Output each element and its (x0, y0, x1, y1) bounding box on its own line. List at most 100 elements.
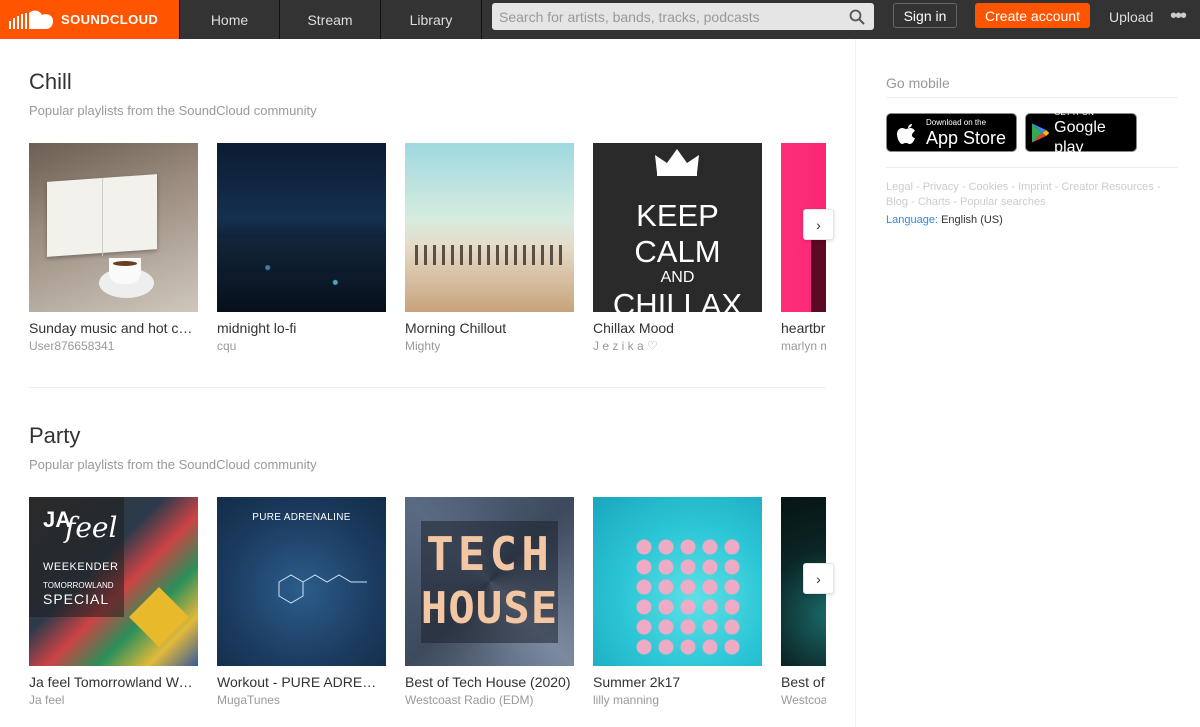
nav-stream[interactable]: Stream (280, 0, 381, 39)
footer-link-popular-searches[interactable]: Popular searches (960, 196, 1046, 208)
playlist-user[interactable]: lilly manning (593, 693, 762, 707)
art-text: CHILLAX (612, 287, 743, 313)
playlist-artwork[interactable] (405, 143, 574, 312)
playlist-card[interactable]: KEEP CALM AND CHILLAX Chillax Mood J e z… (593, 143, 762, 353)
section-subtitle: Popular playlists from the SoundCloud co… (29, 457, 317, 472)
playlist-card[interactable]: TECH HOUSE Best of Tech House (2020) Wes… (405, 497, 574, 707)
language-value: English (US) (941, 214, 1003, 226)
playlist-title[interactable]: Sunday music and hot coffee (29, 320, 198, 336)
playlist-card[interactable]: Best of Westcoast (781, 497, 826, 707)
playlist-title[interactable]: Best of Tech House (2020) (405, 674, 574, 690)
playlist-title[interactable]: Ja feel Tomorrowland Weekender (29, 674, 198, 690)
go-mobile-heading: Go mobile (886, 75, 950, 91)
playlist-title[interactable]: Morning Chillout (405, 320, 574, 336)
footer-link-imprint[interactable]: Imprint (1018, 181, 1052, 193)
app-store-big-text: App Store (926, 127, 1007, 148)
playlist-card[interactable]: Sunday music and hot coffee User87665834… (29, 143, 198, 353)
carousel-next-button[interactable]: › (803, 563, 834, 594)
search-box (492, 3, 874, 30)
playlist-artwork[interactable]: KEEP CALM AND CHILLAX (593, 143, 762, 312)
playlist-user[interactable]: User876658341 (29, 339, 198, 353)
section-chill: Chill Popular playlists from the SoundCl… (29, 69, 826, 118)
art-text: TECH (426, 527, 553, 581)
playlist-card[interactable]: midnight lo-fi cqu (217, 143, 386, 353)
nav-library[interactable]: Library (381, 0, 482, 39)
art-text: PURE ADRENALINE (252, 512, 351, 523)
art-text: AND (660, 269, 695, 286)
carousel-next-button[interactable]: › (803, 209, 834, 240)
language-selector[interactable]: Language: English (US) (886, 214, 1003, 226)
playlist-title[interactable]: Workout - PURE ADRENALINE (217, 674, 386, 690)
brand-name: SOUNDCLOUD (61, 12, 159, 27)
footer-link-blog[interactable]: Blog (886, 196, 908, 208)
google-play-badge[interactable]: GET IT ON Google play (1025, 108, 1137, 156)
google-play-icon (1031, 122, 1050, 143)
search-input[interactable] (492, 3, 874, 30)
main-content: Chill Popular playlists from the SoundCl… (0, 39, 855, 727)
playlist-user[interactable]: Westcoast (781, 693, 826, 707)
main-nav: Home Stream Library (179, 0, 482, 39)
art-text: HOUSE (420, 583, 559, 634)
cloud-icon (9, 10, 53, 29)
playlist-card[interactable]: PURE ADRENALINE Workout - PURE ADRENALIN… (217, 497, 386, 707)
section-party: Party Popular playlists from the SoundCl… (29, 423, 826, 472)
language-label[interactable]: Language: (886, 214, 938, 226)
playlist-carousel-chill: Sunday music and hot coffee User87665834… (29, 143, 826, 363)
playlist-card[interactable]: Summer 2k17 lilly manning (593, 497, 762, 707)
footer-link-legal[interactable]: Legal (886, 181, 913, 193)
more-menu-icon[interactable]: ••• (1170, 6, 1200, 26)
playlist-artwork[interactable]: PURE ADRENALINE (217, 497, 386, 666)
art-text: SPECIAL (43, 591, 110, 607)
playlist-user[interactable]: Mighty (405, 339, 574, 353)
playlist-user[interactable]: J e z i k a ♡ (593, 339, 762, 353)
footer-link-privacy[interactable]: Privacy (923, 181, 959, 193)
footer-link-creator-resources[interactable]: Creator Resources (1061, 181, 1153, 193)
playlist-title[interactable]: Summer 2k17 (593, 674, 762, 690)
section-title: Party (29, 423, 81, 448)
playlist-artwork[interactable] (593, 497, 762, 666)
app-store-badge[interactable]: Download on the App Store (886, 113, 1017, 152)
footer-link-charts[interactable]: Charts (918, 196, 950, 208)
search-icon[interactable] (849, 9, 865, 25)
upload-link[interactable]: Upload (1101, 0, 1161, 34)
chevron-right-icon: › (816, 216, 821, 233)
playlist-card[interactable]: heartbreak marlyn m (781, 143, 826, 353)
playlist-artwork[interactable] (29, 143, 198, 312)
playlist-user[interactable]: marlyn m (781, 339, 826, 353)
google-play-big-text: Google play (1054, 118, 1106, 156)
section-subtitle: Popular playlists from the SoundCloud co… (29, 103, 317, 118)
section-divider (29, 387, 826, 388)
playlist-artwork[interactable]: JA feel WEEKENDER TOMORROWLAND SPECIAL (29, 497, 198, 666)
playlist-title[interactable]: heartbreak (781, 320, 826, 336)
art-text: feel (65, 511, 118, 544)
sign-in-button[interactable]: Sign in (893, 3, 957, 28)
nav-home[interactable]: Home (179, 0, 280, 39)
create-account-button[interactable]: Create account (975, 3, 1090, 28)
playlist-user[interactable]: MugaTunes (217, 693, 386, 707)
right-sidebar: Go mobile Download on the App Store GET … (855, 39, 1200, 727)
playlist-title[interactable]: Chillax Mood (593, 320, 762, 336)
footer-links: Legal - Privacy - Cookies - Imprint - Cr… (886, 181, 1161, 208)
art-text: KEEP (636, 198, 719, 233)
soundcloud-logo[interactable]: SOUNDCLOUD (0, 0, 179, 39)
section-title: Chill (29, 69, 72, 94)
art-text: CALM (634, 234, 721, 269)
playlist-carousel-party: JA feel WEEKENDER TOMORROWLAND SPECIAL J… (29, 497, 826, 717)
playlist-card[interactable]: Morning Chillout Mighty (405, 143, 574, 353)
playlist-title[interactable]: midnight lo-fi (217, 320, 386, 336)
playlist-card[interactable]: JA feel WEEKENDER TOMORROWLAND SPECIAL J… (29, 497, 198, 707)
playlist-title[interactable]: Best of (781, 674, 826, 690)
art-text: WEEKENDER (43, 561, 119, 573)
divider (886, 97, 1178, 98)
playlist-artwork[interactable] (217, 143, 386, 312)
playlist-user[interactable]: Westcoast Radio (EDM) (405, 693, 574, 707)
playlist-artwork[interactable]: TECH HOUSE (405, 497, 574, 666)
molecule-icon (278, 574, 367, 604)
playlist-user[interactable]: cqu (217, 339, 386, 353)
footer-link-cookies[interactable]: Cookies (969, 181, 1009, 193)
playlist-user[interactable]: Ja feel (29, 693, 198, 707)
app-store-small-text: Download on the (926, 117, 987, 127)
divider (886, 167, 1178, 168)
apple-icon (897, 123, 915, 144)
top-bar: SOUNDCLOUD Home Stream Library Sign in C… (0, 0, 1200, 39)
